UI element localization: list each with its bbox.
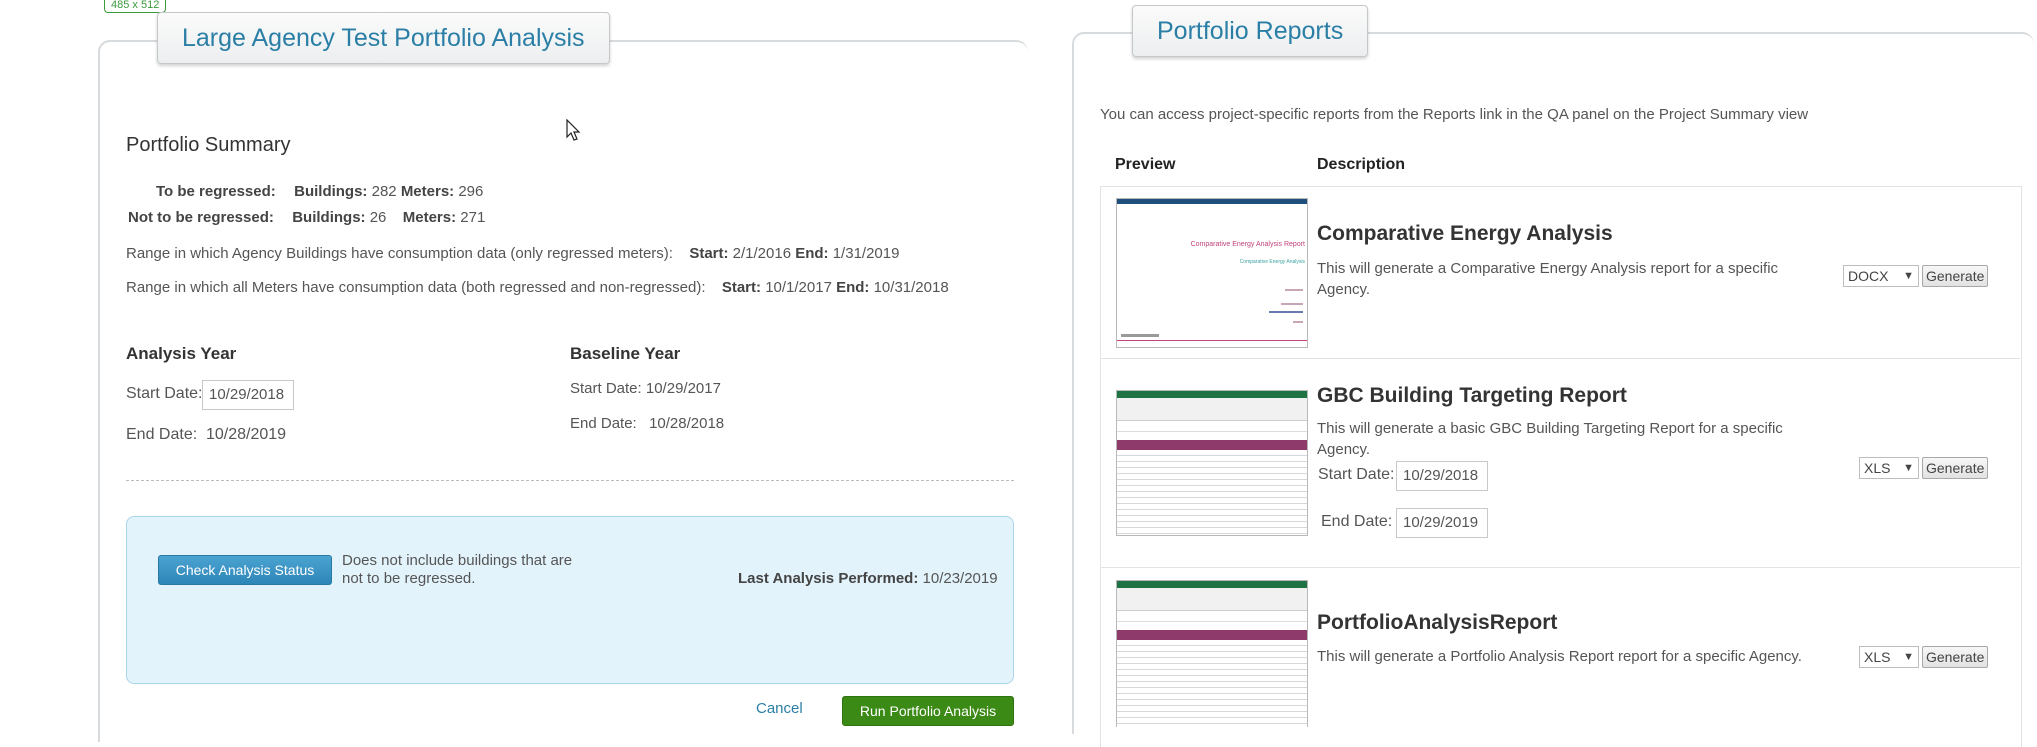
baseline-year-heading: Baseline Year bbox=[570, 344, 681, 363]
baseline-start-row: Start Date: 10/29/2017 bbox=[570, 380, 721, 397]
check-analysis-status-button[interactable]: Check Analysis Status bbox=[158, 555, 332, 585]
agency-range-text: Range in which Agency Buildings have con… bbox=[126, 245, 673, 262]
agency-range-start-label: Start: bbox=[689, 245, 729, 262]
report-title: GBC Building Targeting Report bbox=[1317, 384, 1627, 407]
status-note: Does not include buildings that are not … bbox=[342, 552, 573, 587]
meters-range-row: Range in which all Meters have consumpti… bbox=[126, 279, 949, 296]
format-select[interactable]: XLS ▼ bbox=[1859, 646, 1919, 668]
meters-range-start-value: 10/1/2017 bbox=[765, 279, 832, 296]
not-regressed-row: Not to be regressed: Buildings: 26 Meter… bbox=[128, 209, 485, 226]
regressed-buildings-label: Buildings: bbox=[294, 183, 368, 200]
not-regressed-buildings-label: Buildings: bbox=[292, 209, 366, 226]
report-preview-thumbnail[interactable] bbox=[1116, 390, 1308, 536]
gbc-start-date-input[interactable]: 10/29/2018 bbox=[1396, 461, 1488, 491]
baseline-end-value: 10/28/2018 bbox=[649, 415, 725, 432]
report-title: Comparative Energy Analysis bbox=[1317, 222, 1613, 245]
regressed-meters-label: Meters: bbox=[400, 183, 455, 200]
gbc-end-label: End Date: bbox=[1321, 513, 1393, 530]
column-preview: Preview bbox=[1115, 156, 1176, 173]
reports-intro: You can access project-specific reports … bbox=[1100, 106, 1809, 123]
report-description: This will generate a Portfolio Analysis … bbox=[1317, 648, 1802, 665]
analysis-status-box bbox=[126, 516, 1014, 684]
analysis-start-date-input[interactable]: 10/29/2018 bbox=[202, 380, 294, 410]
gbc-end-date-input[interactable]: 10/29/2019 bbox=[1396, 508, 1488, 538]
not-regressed-buildings-value: 26 bbox=[369, 209, 387, 226]
last-analysis-label: Last Analysis Performed: bbox=[738, 570, 919, 587]
not-regressed-meters-value: 271 bbox=[460, 209, 486, 226]
analysis-start-label: Start Date: bbox=[126, 385, 203, 402]
analysis-end-value: 10/28/2019 bbox=[206, 426, 287, 443]
analysis-year-heading: Analysis Year bbox=[126, 344, 237, 363]
agency-range-row: Range in which Agency Buildings have con… bbox=[126, 245, 899, 262]
report-description: This will generate a Comparative Energy … bbox=[1317, 260, 1779, 298]
report-preview-thumbnail[interactable]: Comparative Energy Analysis Report Compa… bbox=[1116, 198, 1308, 348]
report-preview-thumbnail[interactable] bbox=[1116, 580, 1308, 727]
last-analysis-value: 10/23/2019 bbox=[922, 570, 998, 587]
chevron-down-icon: ▼ bbox=[1903, 651, 1914, 663]
meters-range-end-label: End: bbox=[836, 279, 870, 296]
baseline-end-row: End Date: 10/28/2018 bbox=[570, 415, 724, 432]
meters-range-start-label: Start: bbox=[721, 279, 762, 296]
baseline-start-label: Start Date: bbox=[570, 380, 642, 397]
not-regressed-meters-label: Meters: bbox=[402, 209, 457, 226]
row-divider bbox=[1100, 567, 2020, 568]
format-select[interactable]: XLS ▼ bbox=[1859, 457, 1919, 479]
regressed-meters-value: 296 bbox=[458, 183, 484, 200]
meters-range-end-value: 10/31/2018 bbox=[873, 279, 949, 296]
portfolio-analysis-title: Large Agency Test Portfolio Analysis bbox=[157, 12, 610, 64]
generate-button[interactable]: Generate bbox=[1922, 457, 1989, 479]
agency-range-start-value: 2/1/2016 bbox=[732, 245, 792, 262]
dimension-tag: 485 x 512 bbox=[104, 0, 167, 13]
portfolio-summary-heading: Portfolio Summary bbox=[126, 134, 291, 156]
last-analysis-row: Last Analysis Performed: 10/23/2019 bbox=[738, 570, 998, 587]
agency-range-end-label: End: bbox=[795, 245, 829, 262]
section-divider bbox=[126, 480, 1014, 481]
format-select[interactable]: DOCX ▼ bbox=[1843, 265, 1919, 287]
regressed-buildings-value: 282 bbox=[371, 183, 397, 200]
format-select-value: XLS bbox=[1864, 649, 1891, 665]
mouse-cursor-icon bbox=[566, 119, 581, 141]
analysis-end-label: End Date: bbox=[126, 426, 198, 443]
baseline-start-value: 10/29/2017 bbox=[645, 380, 721, 397]
cancel-link[interactable]: Cancel bbox=[756, 700, 803, 717]
report-description: This will generate a basic GBC Building … bbox=[1317, 420, 1783, 458]
not-regressed-label: Not to be regressed: bbox=[128, 209, 274, 226]
agency-range-end-value: 1/31/2019 bbox=[832, 245, 900, 262]
run-portfolio-analysis-button[interactable]: Run Portfolio Analysis bbox=[842, 696, 1014, 726]
chevron-down-icon: ▼ bbox=[1903, 270, 1914, 282]
portfolio-reports-title: Portfolio Reports bbox=[1132, 5, 1369, 57]
generate-button[interactable]: Generate bbox=[1922, 265, 1989, 287]
chevron-down-icon: ▼ bbox=[1903, 462, 1914, 474]
column-description: Description bbox=[1317, 156, 1406, 173]
generate-button[interactable]: Generate bbox=[1922, 646, 1989, 668]
baseline-end-label: End Date: bbox=[570, 415, 637, 432]
meters-range-text: Range in which all Meters have consumpti… bbox=[126, 279, 706, 296]
regressed-row: To be regressed: Buildings: 282 Meters: … bbox=[156, 183, 483, 200]
format-select-value: XLS bbox=[1864, 460, 1891, 476]
row-divider bbox=[1100, 358, 2020, 359]
gbc-start-label: Start Date: bbox=[1318, 466, 1395, 483]
format-select-value: DOCX bbox=[1848, 268, 1889, 284]
report-title: PortfolioAnalysisReport bbox=[1317, 611, 1558, 634]
regressed-label: To be regressed: bbox=[156, 183, 276, 200]
